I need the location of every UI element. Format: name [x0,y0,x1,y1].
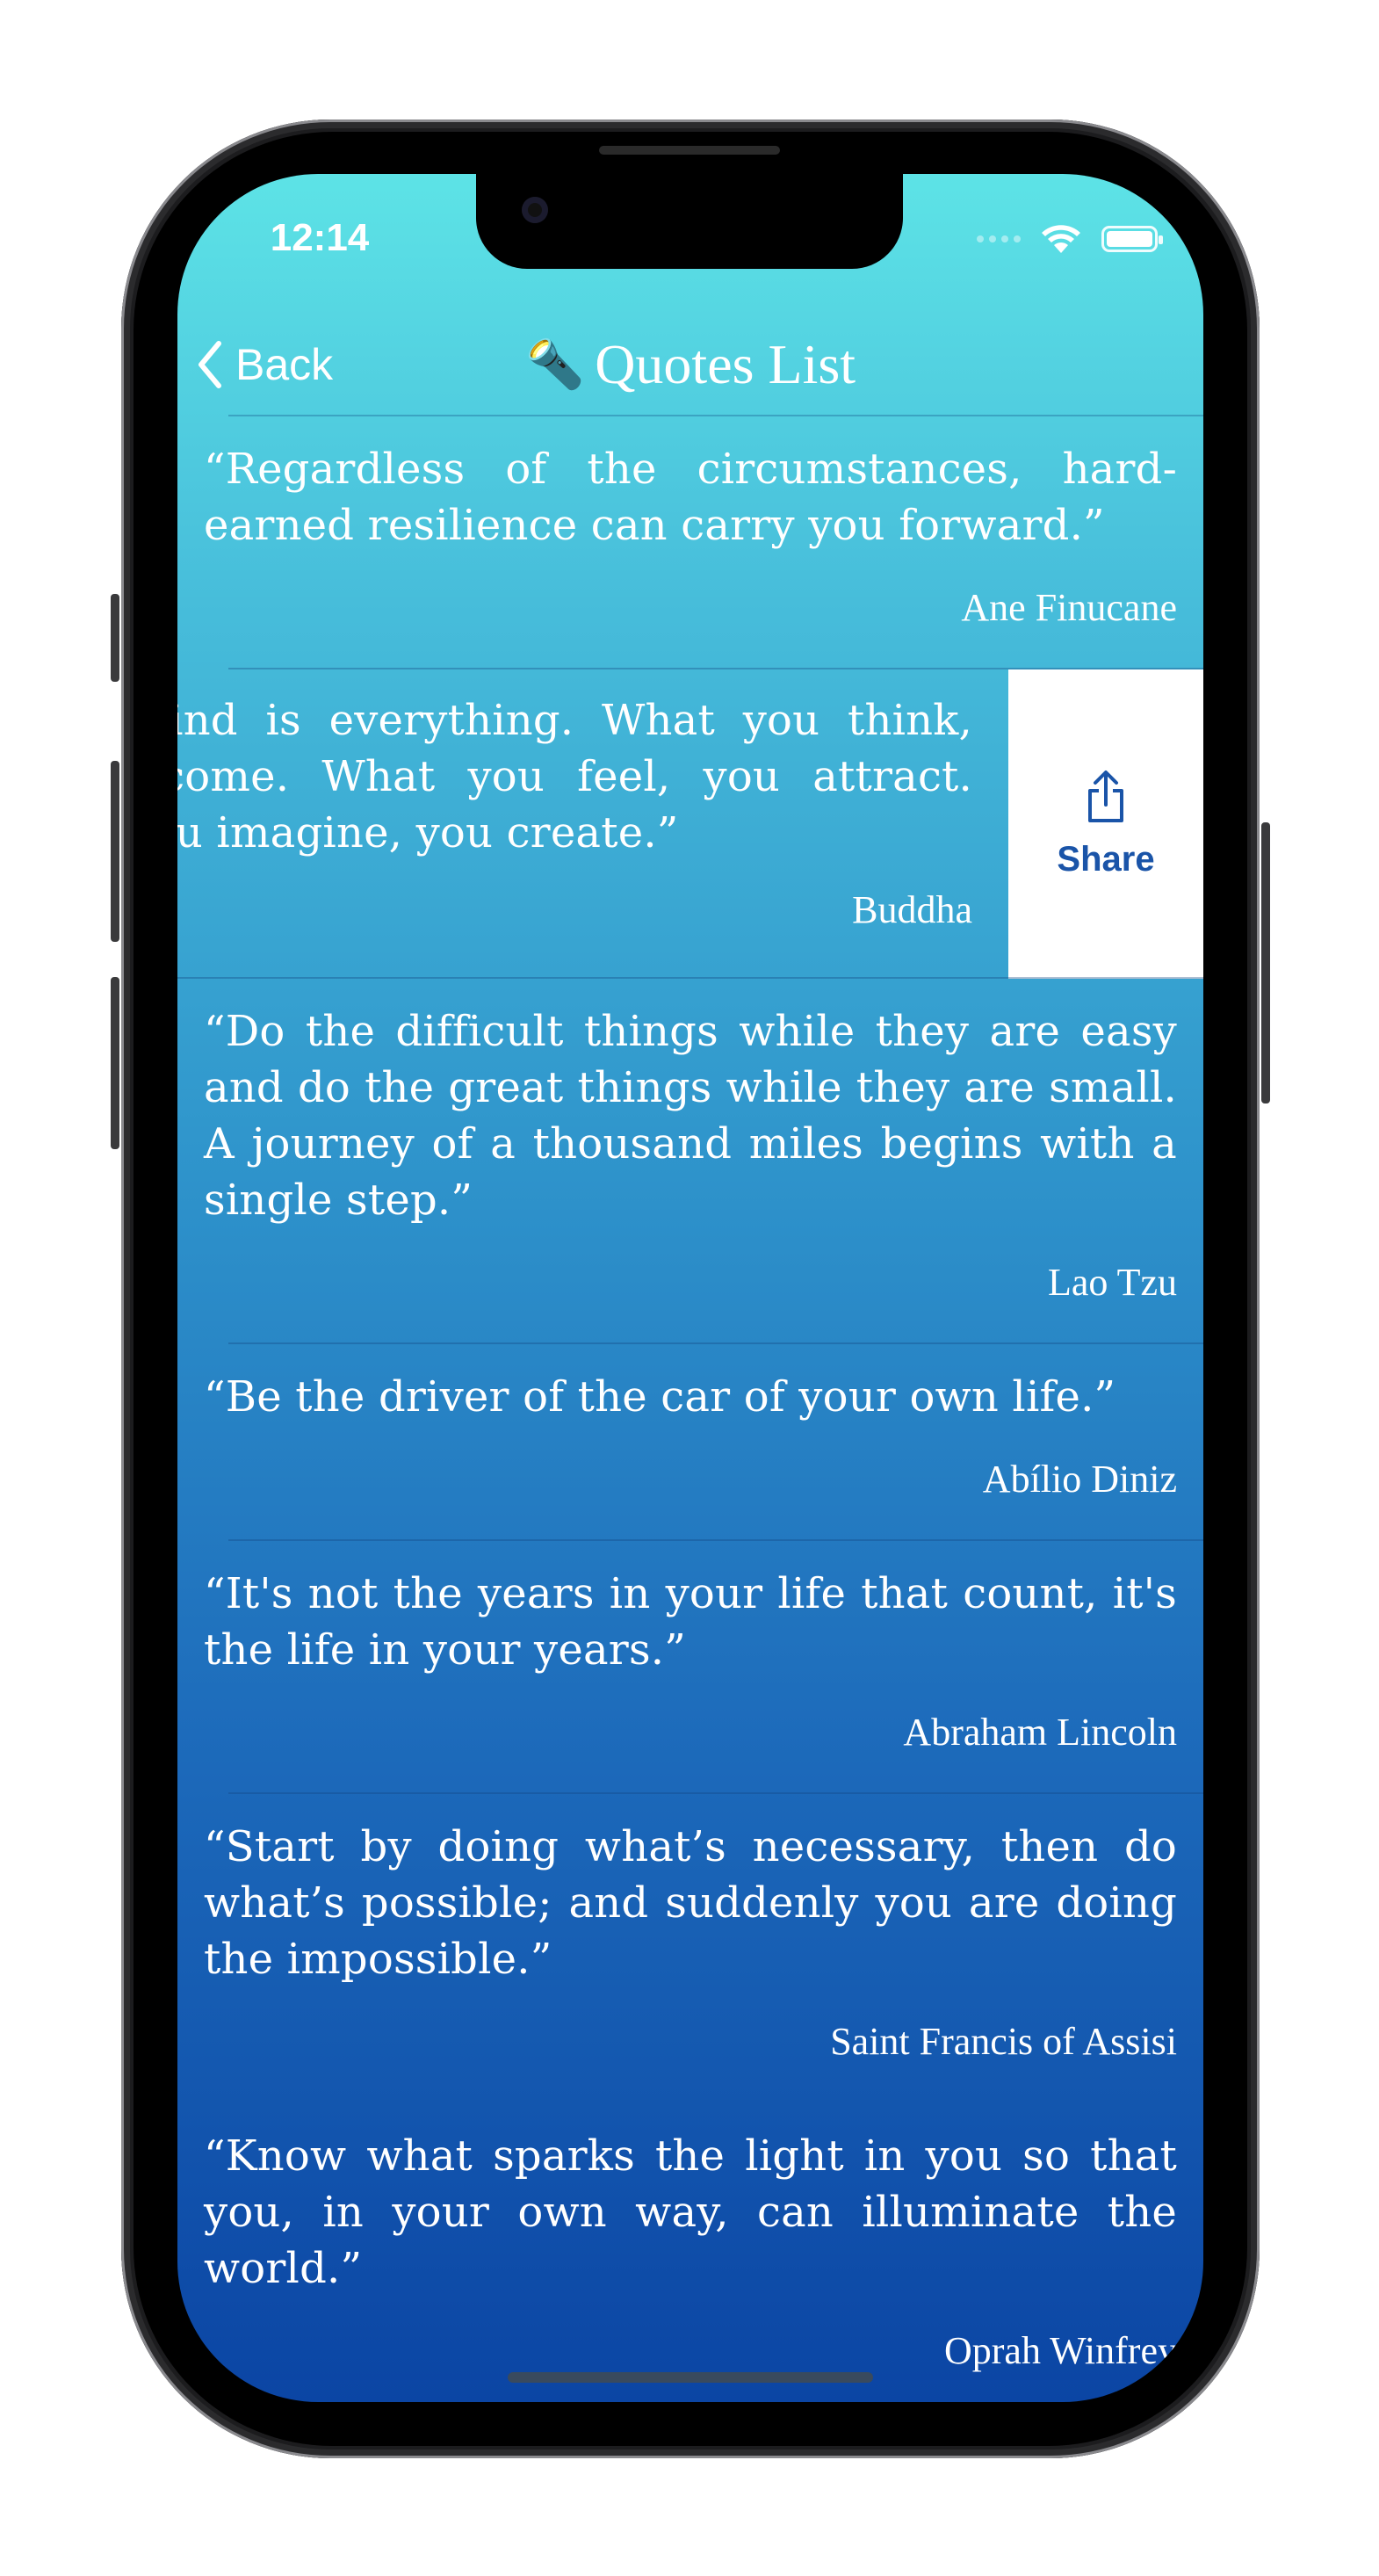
quote-text: “It's not the years in your life that co… [204,1569,1177,1675]
quote-content: “The mind is everything. What you think,… [177,669,999,932]
quote-text: “Be the driver of the car of your own li… [204,1372,1116,1422]
quote-author: Saint Francis of Assisi [830,2020,1177,2063]
cellular-signal-icon [977,235,1021,242]
share-swipe-action[interactable]: Share [1008,669,1203,979]
quote-cell-7[interactable]: “Know what sparks the light in you so th… [177,2103,1203,2402]
status-icons [977,223,1163,255]
earpiece-speaker [599,146,780,155]
quote-cell-5[interactable]: “It's not the years in your life that co… [177,1541,1203,1794]
quote-author: Abraham Lincoln [903,1711,1177,1754]
quote-author: Abílio Diniz [982,1458,1177,1501]
volume-up-button [111,761,119,942]
battery-icon [1101,226,1163,252]
quote-cell-6[interactable]: “Start by doing what’s necessary, then d… [177,1794,1203,2103]
quote-content: “Regardless of the circumstances, hard-e… [177,416,1203,630]
quote-content: “It's not the years in your life that co… [177,1541,1203,1755]
home-indicator [508,2372,873,2383]
quote-content: “Start by doing what’s necessary, then d… [177,1794,1203,2064]
quote-cell-3[interactable]: “Do the difficult things while they are … [177,979,1203,1344]
quote-author: Lao Tzu [1047,1261,1177,1304]
page-title: 🔦 Quotes List [177,332,1203,397]
quote-cell-1[interactable]: “Regardless of the circumstances, hard-e… [177,416,1203,669]
wifi-icon [1042,225,1080,253]
quote-content: “Know what sparks the light in you so th… [177,2103,1203,2373]
share-icon [1088,770,1123,822]
flashlight-icon: 🔦 [524,336,585,392]
share-label: Share [1057,839,1155,879]
quotes-list: “Regardless of the circumstances, hard-e… [177,416,1203,2402]
quote-author: Ane Finucane [961,586,1177,629]
quote-author: Buddha [852,888,972,931]
quote-text: “Regardless of the circumstances, hard-e… [204,445,1177,550]
page-title-text: Quotes List [595,333,856,395]
quote-text: “Start by doing what’s necessary, then d… [204,1822,1177,1984]
screen: 12:14 Back 🔦 Quotes List “Regardless of … [177,174,1203,2402]
navigation-bar: Back 🔦 Quotes List [177,315,1203,411]
quote-content: “Be the driver of the car of your own li… [177,1344,1203,1501]
quote-text: “Know what sparks the light in you so th… [204,2131,1177,2293]
quote-content: “Do the difficult things while they are … [177,979,1203,1305]
quote-text: “The mind is everything. What you think,… [177,696,972,857]
quote-cell-4[interactable]: “Be the driver of the car of your own li… [177,1344,1203,1541]
front-camera [522,197,548,223]
status-time: 12:14 [270,216,370,259]
quote-author: Oprah Winfrey [944,2329,1177,2372]
quote-text: “Do the difficult things while they are … [204,1007,1177,1225]
volume-down-button [111,977,119,1149]
power-button [1261,822,1270,1103]
silent-switch [111,594,119,682]
quote-cell-2[interactable]: “The mind is everything. What you think,… [177,669,1203,979]
